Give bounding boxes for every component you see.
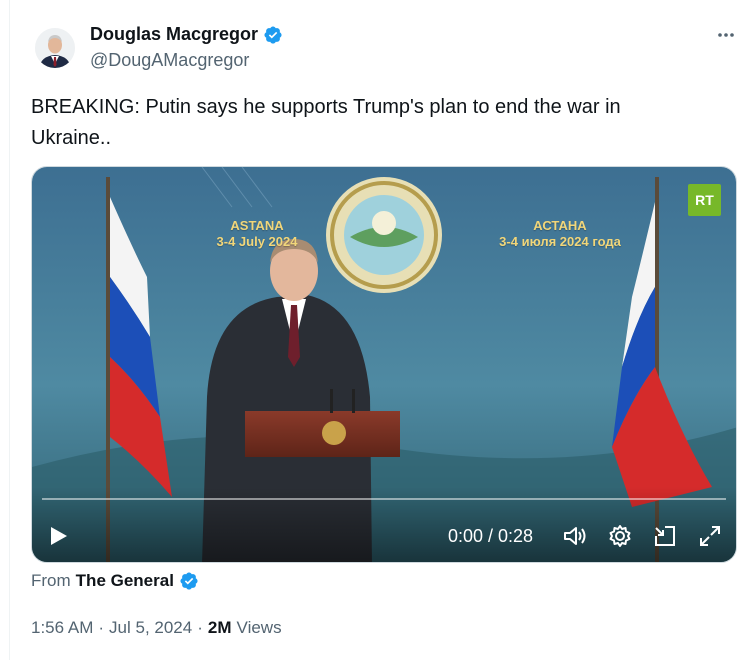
banner-right: АСТАНА 3-4 июля 2024 года [475,218,645,250]
fullscreen-button[interactable] [697,523,723,549]
settings-button[interactable] [607,523,633,549]
play-button[interactable] [47,525,69,547]
more-dots-icon [718,33,734,37]
tweet-text: BREAKING: Putin says he supports Trump's… [31,96,621,149]
volume-button[interactable] [562,523,588,549]
author-display-name[interactable]: Douglas Macgregor [90,24,258,45]
meta-separator: · [98,618,105,637]
source-attribution: From The General [31,571,199,591]
tweet-time[interactable]: 1:56 AM [31,618,93,638]
banner-left: ASTANA 3-4 July 2024 [192,218,322,250]
tweet-meta: 1:56 AM · Jul 5, 2024 · 2M Views [31,618,282,638]
meta-separator: · [197,618,203,637]
verified-badge-icon [180,572,198,590]
from-label: From [31,571,71,590]
progress-bar[interactable] [42,498,726,500]
dock-button[interactable] [652,523,678,549]
views-count: 2M [207,618,232,637]
play-icon [51,527,67,545]
video-player[interactable]: ASTANA 3-4 July 2024 АСТАНА 3-4 июля 202… [31,166,737,563]
dock-icon [655,526,675,546]
video-time: 0:00 / 0:28 [448,526,534,546]
author-avatar[interactable] [35,28,75,68]
verified-badge-icon [264,25,282,44]
settings-gear-icon [609,525,631,547]
author-handle[interactable]: @DougAMacgregor [90,50,249,71]
sco-emblem [326,177,442,293]
more-options-button[interactable] [713,22,739,48]
banner-right-dates: 3-4 июля 2024 года [499,234,621,249]
volume-icon [564,527,586,545]
avatar-image [35,28,75,68]
banner-left-dates: 3-4 July 2024 [216,234,298,249]
rt-logo: RT [688,184,721,216]
source-account-link[interactable]: The General [76,571,174,591]
fullscreen-icon [700,526,720,546]
tweet-date[interactable]: Jul 5, 2024 [109,618,192,638]
timeline-border [9,0,10,660]
views-label: Views [236,618,282,637]
banner-left-city: ASTANA [230,218,284,233]
banner-right-city: АСТАНА [533,218,587,233]
